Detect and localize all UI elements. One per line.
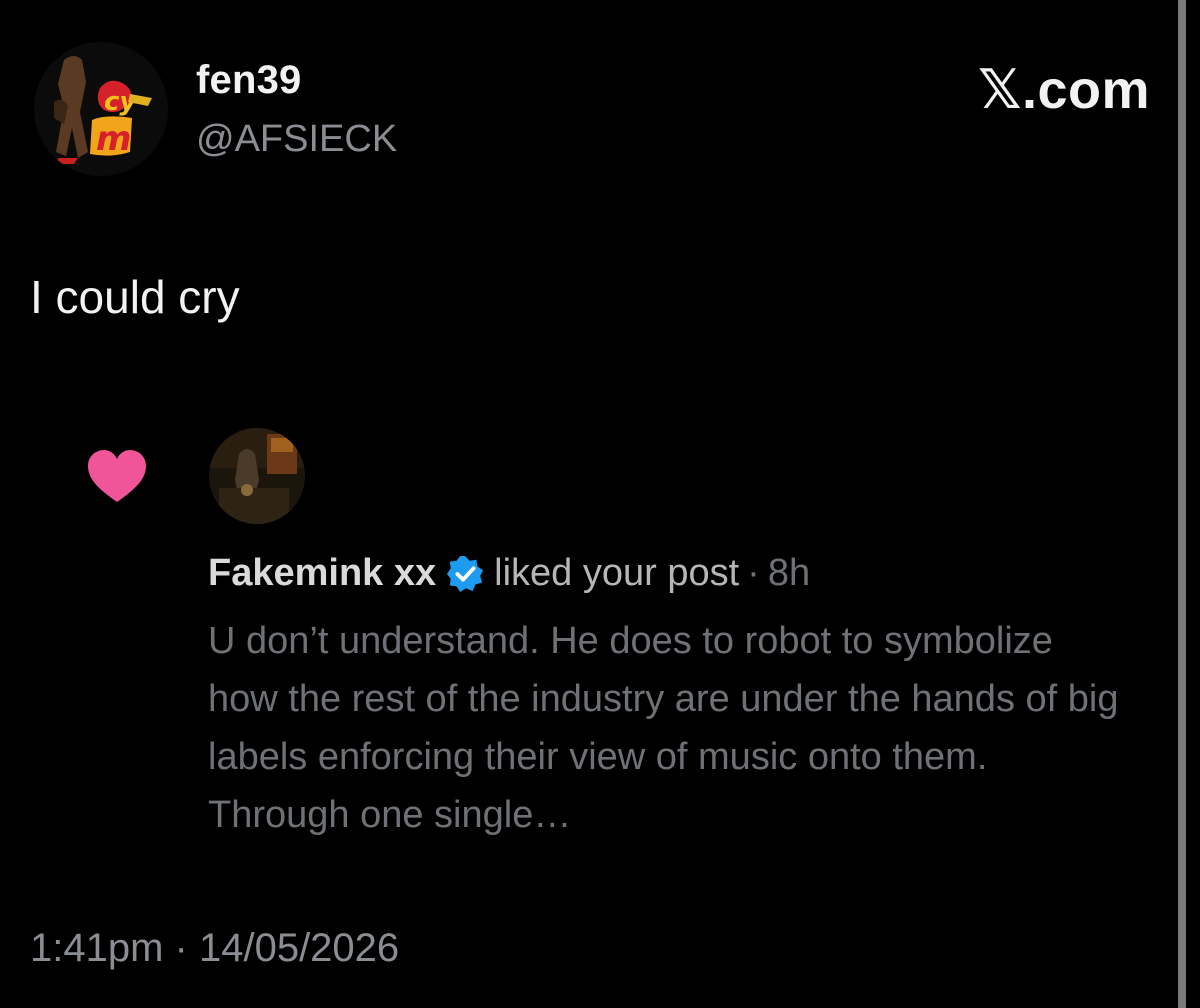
author-display-name[interactable]: fen39 [196,58,302,103]
liker-name[interactable]: Fakemink xx [208,552,436,595]
liker-avatar[interactable] [209,428,305,524]
avatar-image: cy m [34,42,168,176]
svg-text:m: m [96,119,131,159]
verified-badge-icon [447,555,484,592]
heart-icon [88,450,146,502]
like-action-text: liked your post [494,552,740,594]
liked-post-excerpt[interactable]: U don’t understand. He does to robot to … [208,612,1128,844]
post-text: I could cry [30,271,240,323]
author-avatar[interactable]: cy m [34,42,168,176]
relative-time: 8h [767,552,811,594]
separator-dot: · [747,552,760,594]
post-timestamp[interactable]: 1:41pm · 14/05/2026 [30,926,399,971]
right-edge-divider [1178,0,1186,1008]
liker-avatar-image [209,428,305,524]
like-notification-line[interactable]: Fakemink xx liked your post · 8h [208,552,810,595]
author-handle[interactable]: @AFSIECK [196,118,397,161]
x-brand-logo: 𝕏.com [977,60,1150,120]
